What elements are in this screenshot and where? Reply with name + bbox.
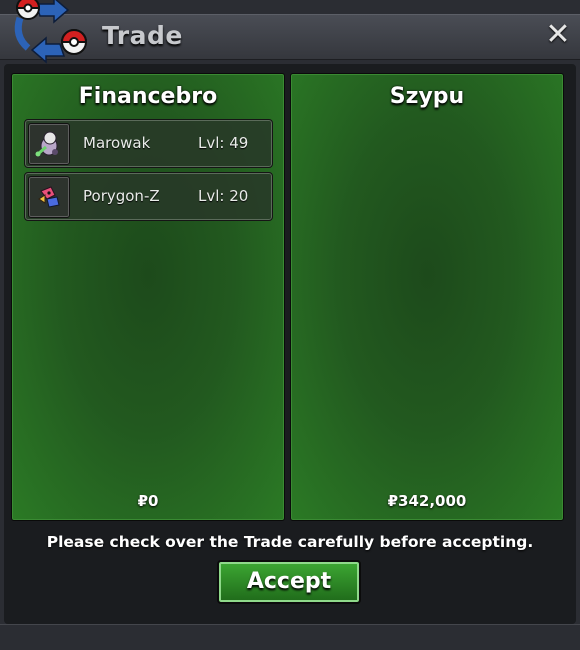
porygon-z-sprite-icon [28,176,70,218]
offer-panel-left: Financebro Marowak Lvl: 49 Porygon-Z Lvl… [11,73,285,521]
close-button[interactable]: ✕ [544,19,572,51]
item-level: Lvl: 20 [198,187,249,205]
accept-button[interactable]: Accept [217,560,361,604]
trade-content: Financebro Marowak Lvl: 49 Porygon-Z Lvl… [4,64,576,624]
money-offer: ₽342,000 [387,492,467,510]
window-title: Trade [102,21,183,50]
offer-panel-right: Szypu ₽342,000 [290,73,564,521]
money-offer: ₽0 [137,492,159,510]
trade-item[interactable]: Porygon-Z Lvl: 20 [24,172,273,221]
bottom-bar [0,624,580,650]
item-name: Porygon-Z [83,187,160,205]
trade-item[interactable]: Marowak Lvl: 49 [24,119,273,168]
player-name: Financebro [78,84,218,109]
trade-window: Trade ✕ Financebro Marowak Lvl: 49 Poryg… [0,0,580,650]
trade-notice: Please check over the Trade carefully be… [46,533,534,551]
item-level: Lvl: 49 [198,134,249,152]
item-name: Marowak [83,134,151,152]
player-name: Szypu [389,84,465,109]
trade-logo-icon [14,0,88,64]
marowak-sprite-icon [28,123,70,165]
